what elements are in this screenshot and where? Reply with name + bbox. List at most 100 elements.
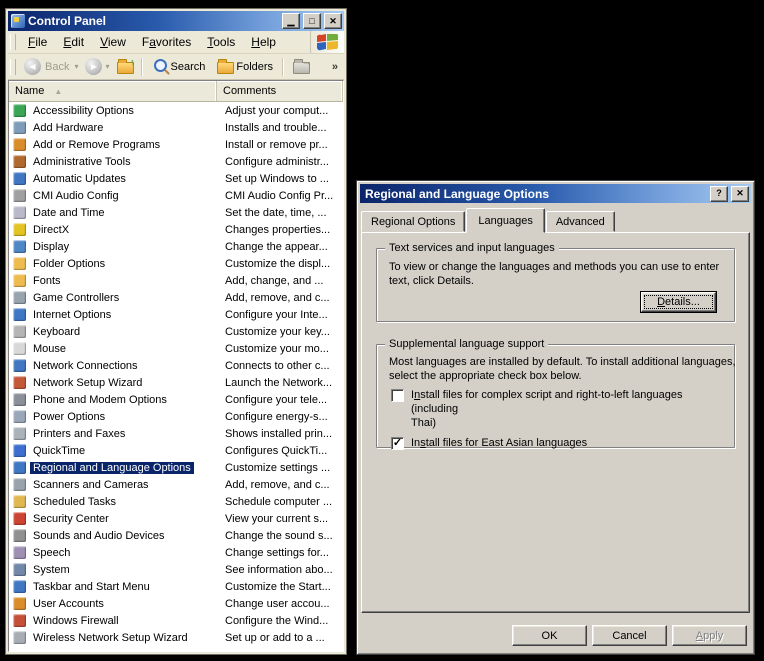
list-item[interactable]: Scanners and Cameras Add, remove, and c..… — [9, 476, 343, 493]
dialog-close-button[interactable]: ✕ — [731, 185, 749, 202]
list-item[interactable]: Taskbar and Start Menu Customize the Star… — [9, 578, 343, 595]
list-item[interactable]: Accessibility Options Adjust your comput.… — [9, 102, 343, 119]
menu-item-file[interactable]: File — [20, 33, 55, 51]
menu-bar: File Edit View Favorites Tools Help — [8, 31, 344, 54]
text-services-group: Text services and input languages To vie… — [376, 242, 735, 322]
list-item[interactable]: Add or Remove Programs Install or remove … — [9, 136, 343, 153]
item-icon — [13, 444, 26, 457]
item-icon — [13, 427, 26, 440]
list-item[interactable]: Keyboard Customize your key... — [9, 323, 343, 340]
item-comment: Add, change, and ... — [225, 274, 324, 287]
list-item[interactable]: Game Controllers Add, remove, and c... — [9, 289, 343, 306]
list-item[interactable]: Fonts Add, change, and ... — [9, 272, 343, 289]
list-item[interactable]: Add Hardware Installs and trouble... — [9, 119, 343, 136]
toolbar-grip[interactable] — [10, 58, 16, 75]
cancel-button[interactable]: Cancel — [592, 625, 667, 646]
forward-button[interactable]: ▶ — [85, 58, 103, 75]
item-icon — [13, 274, 26, 287]
tab-languages[interactable]: Languages — [466, 208, 545, 233]
toolbar: ◀ Back ▾ ▶ ▾ ↑ Search Folders → » — [8, 54, 344, 80]
list-item[interactable]: Regional and Language Options Customize s… — [9, 459, 343, 476]
item-label: Date and Time — [33, 206, 105, 219]
menu-item-favorites[interactable]: Favorites — [134, 33, 199, 51]
menu-grip[interactable] — [10, 34, 16, 50]
menu-item-tools[interactable]: Tools — [199, 33, 243, 51]
list-item[interactable]: Scheduled Tasks Schedule computer ... — [9, 493, 343, 510]
item-comment: Customize the Start... — [225, 580, 331, 593]
list-item[interactable]: Phone and Modem Options Configure your te… — [9, 391, 343, 408]
item-label: Network Setup Wizard — [33, 376, 143, 389]
dialog-titlebar[interactable]: Regional and Language Options ? ✕ — [360, 184, 751, 203]
item-label: Add Hardware — [33, 121, 104, 134]
complex-script-checkbox[interactable] — [391, 389, 404, 402]
up-button[interactable]: ↑ — [116, 57, 135, 74]
item-icon — [13, 461, 26, 474]
back-button[interactable]: ◀ — [24, 58, 41, 75]
close-button[interactable]: ✕ — [324, 13, 342, 29]
forward-dropdown-icon[interactable]: ▾ — [105, 62, 109, 71]
list-item[interactable]: Speech Change settings for... — [9, 544, 343, 561]
menu-item-edit[interactable]: Edit — [55, 33, 92, 51]
list-item[interactable]: Power Options Configure energy-s... — [9, 408, 343, 425]
item-icon — [13, 223, 26, 236]
list-item[interactable]: QuickTime Configures QuickTi... — [9, 442, 343, 459]
item-comment: Configure the Wind... — [225, 614, 329, 627]
toolbar-overflow-button[interactable]: » — [332, 61, 338, 73]
complex-script-checkbox-row: Install files for complex script and rig… — [391, 388, 722, 430]
list-item[interactable]: Display Change the appear... — [9, 238, 343, 255]
list-item[interactable]: Security Center View your current s... — [9, 510, 343, 527]
column-header-name[interactable]: Name ▲ — [9, 81, 217, 101]
item-comment: Customize settings ... — [225, 461, 331, 474]
search-icon — [153, 59, 167, 72]
list-item[interactable]: Mouse Customize your mo... — [9, 340, 343, 357]
item-icon — [13, 325, 26, 338]
item-comment: Schedule computer ... — [225, 495, 333, 508]
help-button[interactable]: ? — [710, 185, 728, 202]
maximize-button[interactable]: □ — [303, 13, 321, 29]
back-dropdown-icon[interactable]: ▾ — [74, 62, 78, 71]
tab-label: Regional Options — [371, 215, 456, 228]
search-button[interactable]: Search — [171, 61, 206, 73]
item-comment: Add, remove, and c... — [225, 478, 330, 491]
tab-regional-options[interactable]: Regional Options — [361, 211, 466, 232]
dialog-button-row: OK Cancel Apply — [360, 625, 747, 646]
item-comment: Configure your Inte... — [225, 308, 328, 321]
item-icon — [13, 631, 26, 644]
list-item[interactable]: DirectX Changes properties... — [9, 221, 343, 238]
list-item[interactable]: Sounds and Audio Devices Change the sound… — [9, 527, 343, 544]
tab-advanced[interactable]: Advanced — [545, 211, 615, 232]
move-to-button[interactable]: → — [293, 57, 311, 74]
control-panel-titlebar[interactable]: Control Panel ▁ □ ✕ — [8, 11, 344, 31]
list-item[interactable]: Wireless Network Setup Wizard Set up or a… — [9, 629, 343, 646]
folders-button[interactable]: Folders — [236, 61, 273, 73]
text-services-legend: Text services and input languages — [385, 242, 559, 254]
menu-item-help[interactable]: Help — [243, 33, 284, 51]
list-item[interactable]: User Accounts Change user accou... — [9, 595, 343, 612]
list-item[interactable]: Printers and Faxes Shows installed prin..… — [9, 425, 343, 442]
east-asian-checkbox[interactable]: ✓ — [391, 437, 404, 450]
apply-button[interactable]: Apply — [672, 625, 747, 646]
list-item[interactable]: Administrative Tools Configure administr.… — [9, 153, 343, 170]
item-label: Regional and Language Options — [30, 461, 194, 474]
list-item[interactable]: Windows Firewall Configure the Wind... — [9, 612, 343, 629]
menu-item-view[interactable]: View — [92, 33, 134, 51]
item-icon — [13, 597, 26, 610]
list-item[interactable]: Network Connections Connects to other c..… — [9, 357, 343, 374]
list-item[interactable]: Date and Time Set the date, time, ... — [9, 204, 343, 221]
details-button[interactable]: Details... — [640, 291, 717, 313]
item-icon — [13, 393, 26, 406]
list-item[interactable]: CMI Audio Config CMI Audio Config Pr... — [9, 187, 343, 204]
list-item[interactable]: Folder Options Customize the displ... — [9, 255, 343, 272]
ok-button[interactable]: OK — [512, 625, 587, 646]
item-icon — [13, 155, 26, 168]
item-icon — [13, 546, 26, 559]
column-header-comments[interactable]: Comments — [217, 81, 343, 101]
list-item[interactable]: System See information abo... — [9, 561, 343, 578]
list-item[interactable]: Network Setup Wizard Launch the Network..… — [9, 374, 343, 391]
item-label: Automatic Updates — [33, 172, 126, 185]
list-item[interactable]: Internet Options Configure your Inte... — [9, 306, 343, 323]
text-services-line1: To view or change the languages and meth… — [389, 261, 720, 273]
item-label: Game Controllers — [33, 291, 120, 304]
minimize-button[interactable]: ▁ — [282, 13, 300, 29]
list-item[interactable]: Automatic Updates Set up Windows to ... — [9, 170, 343, 187]
